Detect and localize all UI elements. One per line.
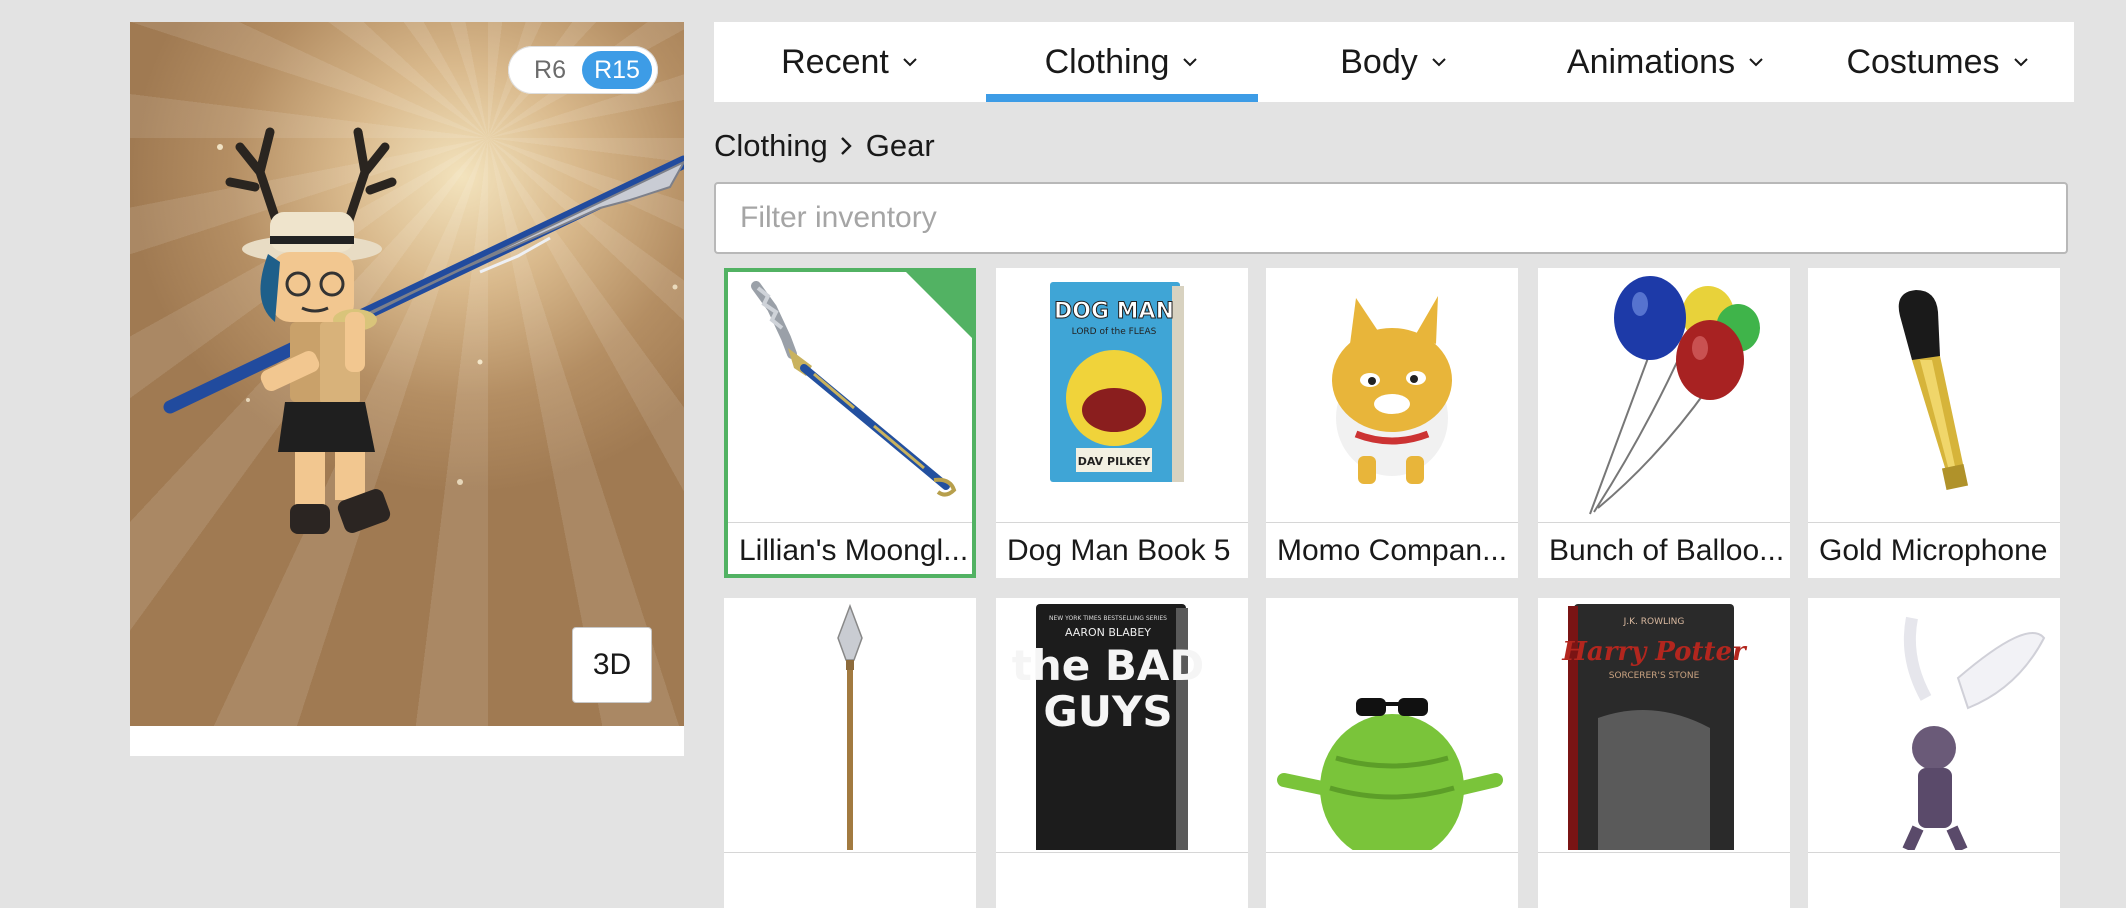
item-thumbnail-balloons [1589,276,1760,515]
rig-type-toggle[interactable]: R6 R15 [508,46,658,94]
inventory-item[interactable]: Momo Compan... [1266,268,1518,578]
item-name [996,852,1248,908]
inventory-item[interactable]: DOG MAN LORD of the FLEAS DAV PILKEY Dog… [996,268,1248,578]
bad-guys-cover-title-line1: the BAD [1012,641,1204,690]
item-name [1266,852,1518,908]
tab-recent[interactable]: Recent [714,22,986,102]
tab-costumes[interactable]: Costumes [1802,22,2074,102]
item-thumbnail-fairy-figure [1902,616,2046,850]
item-thumbnail-gold-microphone [1898,290,1969,491]
harry-potter-cover-title: Harry Potter [1561,637,1748,667]
tab-recent-label: Recent [781,42,889,81]
item-thumbnail-harry-potter-book: J.K. ROWLING Harry Potter SORCERER'S STO… [1561,604,1748,850]
breadcrumb-parent-link[interactable]: Clothing [714,128,828,164]
tab-clothing[interactable]: Clothing [986,22,1258,102]
category-tab-bar: Recent Clothing Body Animations Costumes [714,22,2074,102]
inventory-item[interactable] [724,598,976,908]
harry-potter-cover-subtitle: SORCERER'S STONE [1609,671,1700,681]
view-3d-button[interactable]: 3D [572,627,652,703]
chevron-right-icon [840,137,852,155]
tab-body[interactable]: Body [1258,22,1530,102]
avatar-panel-footer [130,726,684,756]
tab-animations-label: Animations [1566,42,1736,81]
item-thumbnail-momo-companion [1332,296,1452,484]
item-thumbnail-spear [837,603,863,850]
item-name [1808,852,2060,908]
avatar-preview[interactable]: R6 R15 3D [130,22,684,726]
inventory-item[interactable]: Gold Microphone [1808,268,2060,578]
tab-animations[interactable]: Animations [1530,22,1802,102]
chevron-down-icon [1183,58,1198,67]
inventory-item[interactable]: Lillian's Moongl... [724,268,976,578]
rig-r6-option[interactable]: R6 [522,46,578,94]
inventory-item[interactable]: Bunch of Balloo... [1538,268,1790,578]
breadcrumb-current: Gear [865,128,935,163]
filter-inventory-input[interactable] [714,182,2068,254]
inventory-item[interactable] [1266,598,1518,908]
chevron-down-icon [903,58,917,67]
item-name: Lillian's Moongl... [728,522,972,578]
avatar-3d-figure [163,127,684,534]
dog-man-cover-subtitle: LORD of the FLEAS [1072,327,1157,337]
inventory-item[interactable]: NEW YORK TIMES BESTSELLING SERIES AARON … [996,598,1248,908]
inventory-item[interactable]: J.K. ROWLING Harry Potter SORCERER'S STO… [1538,598,1790,908]
item-name: Bunch of Balloo... [1538,522,1790,578]
chevron-down-icon [1749,58,1763,67]
inventory-item[interactable] [1808,598,2060,908]
bad-guys-cover-author: AARON BLABEY [1065,626,1151,639]
dog-man-cover-author: DAV PILKEY [1078,455,1151,468]
chevron-down-icon [1432,58,1446,67]
item-thumbnail-green-bug [1277,698,1503,850]
rig-r15-option[interactable]: R15 [582,51,652,89]
bad-guys-cover-banner: NEW YORK TIMES BESTSELLING SERIES [1049,615,1167,622]
item-name: Momo Compan... [1266,522,1518,578]
tab-body-label: Body [1340,42,1418,81]
harry-potter-cover-author: J.K. ROWLING [1623,617,1685,627]
tab-clothing-label: Clothing [1044,42,1170,81]
item-thumbnail-dog-man-book: DOG MAN LORD of the FLEAS DAV PILKEY [1050,282,1184,482]
item-thumbnail-bad-guys-book: NEW YORK TIMES BESTSELLING SERIES AARON … [1012,604,1204,850]
item-name: Dog Man Book 5 [996,522,1248,578]
item-name [1538,852,1790,908]
bad-guys-cover-title-line2: GUYS [1043,687,1172,736]
selected-corner-indicator [902,268,976,342]
tab-costumes-label: Costumes [1846,42,2000,81]
item-name: Gold Microphone [1808,522,2060,578]
item-name [724,852,976,908]
breadcrumb: Clothing Gear [714,124,935,168]
chevron-down-icon [2013,58,2028,67]
dog-man-cover-title: DOG MAN [1054,299,1174,324]
